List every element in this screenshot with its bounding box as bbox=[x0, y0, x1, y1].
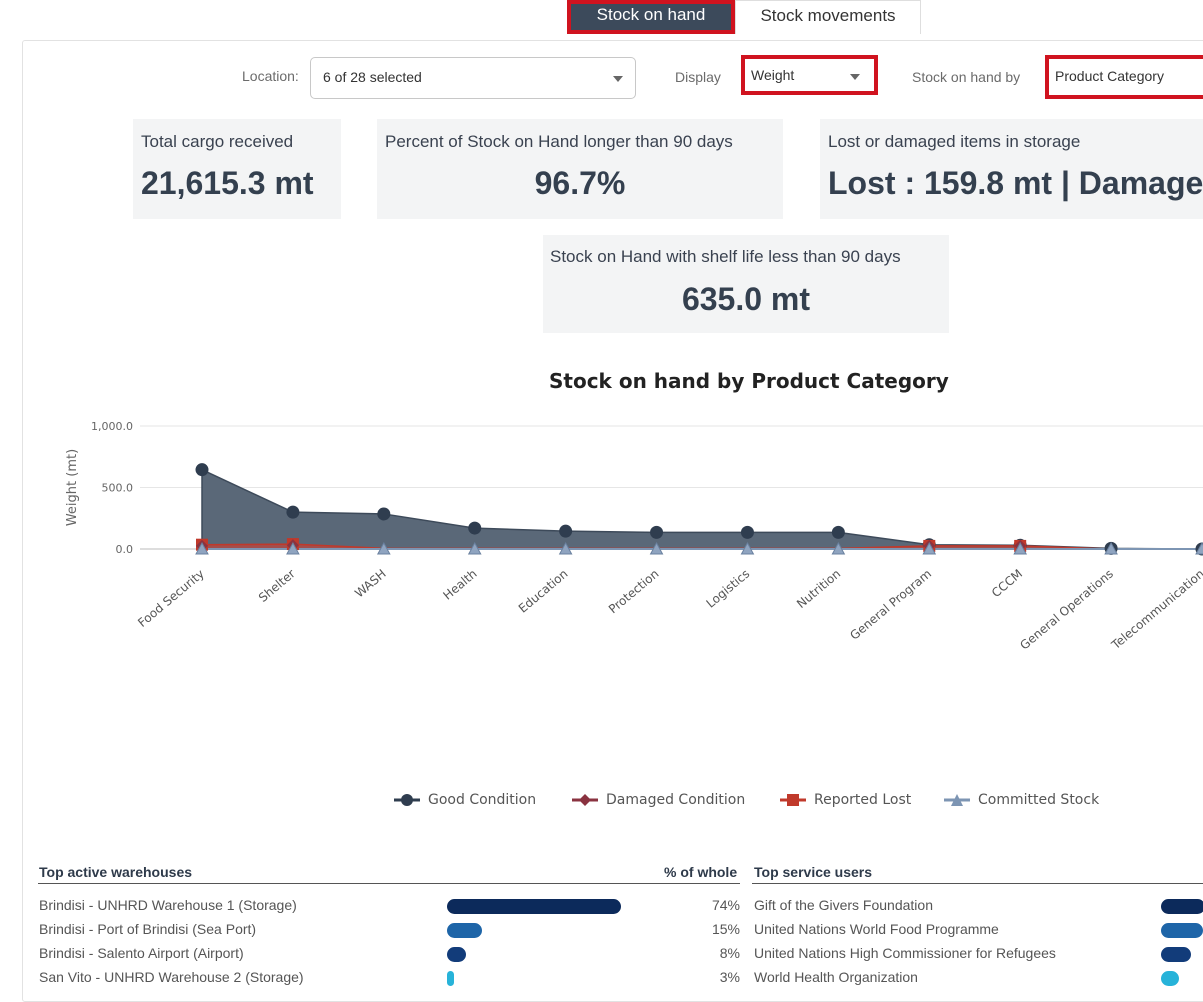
stock-by-select[interactable]: Product Category bbox=[1045, 55, 1203, 99]
legend-reported-lost[interactable]: Reported Lost bbox=[780, 792, 911, 808]
kpi-total-cargo: Total cargo received 21,615.3 mt bbox=[133, 119, 341, 219]
kpi-percent-90-title: Percent of Stock on Hand longer than 90 … bbox=[385, 132, 733, 152]
good-condition-point bbox=[286, 506, 299, 519]
legend-label: Committed Stock bbox=[978, 792, 1099, 808]
location-select[interactable]: 6 of 28 selected bbox=[310, 57, 636, 99]
legend-good-condition[interactable]: Good Condition bbox=[394, 792, 536, 808]
triangle-marker-icon bbox=[944, 793, 970, 807]
circle-marker-icon bbox=[394, 793, 420, 807]
category-label: CCCM bbox=[989, 567, 1025, 601]
diamond-marker-icon bbox=[572, 793, 598, 807]
square-marker-icon bbox=[780, 793, 806, 807]
good-condition-area bbox=[202, 470, 1202, 549]
warehouse-pct: 74% bbox=[712, 897, 740, 913]
stock-chart: 1,000.0 500.0 0.0 Weight (mt) Food Security S… bbox=[0, 400, 1203, 700]
good-condition-point bbox=[832, 526, 845, 539]
good-condition-point bbox=[377, 507, 390, 520]
service-user-name: United Nations High Commissioner for Ref… bbox=[754, 945, 1056, 961]
warehouse-share-bar bbox=[447, 923, 482, 938]
chart-title: Stock on hand by Product Category bbox=[549, 369, 949, 393]
display-select-value: Weight bbox=[751, 67, 794, 83]
warehouse-pct: 8% bbox=[720, 945, 740, 961]
service-user-bar bbox=[1161, 947, 1191, 962]
warehouse-pct: 3% bbox=[720, 969, 740, 985]
service-users-header: Top service users bbox=[754, 864, 872, 880]
kpi-lost-damaged: Lost or damaged items in storage Lost : … bbox=[820, 119, 1203, 219]
good-condition-point bbox=[468, 522, 481, 535]
warehouses-header: Top active warehouses bbox=[39, 864, 192, 880]
category-label: Food Security bbox=[135, 567, 207, 630]
category-label: Shelter bbox=[256, 567, 298, 605]
category-label: General Operations bbox=[1017, 567, 1116, 653]
good-condition-point bbox=[559, 525, 572, 538]
legend-label: Reported Lost bbox=[814, 792, 911, 808]
category-label: Nutrition bbox=[794, 567, 843, 612]
legend-damaged-condition[interactable]: Damaged Condition bbox=[572, 792, 745, 808]
pct-header: % of whole bbox=[664, 864, 737, 880]
location-label: Location: bbox=[242, 68, 299, 84]
category-label: Health bbox=[440, 567, 479, 603]
service-users-divider bbox=[752, 883, 1203, 884]
y-tick-label: 1,000.0 bbox=[91, 420, 133, 433]
stock-by-label: Stock on hand by bbox=[912, 69, 1020, 85]
y-tick-label: 0.0 bbox=[116, 543, 134, 556]
stock-by-select-value: Product Category bbox=[1055, 68, 1164, 84]
legend-committed-stock[interactable]: Committed Stock bbox=[944, 792, 1099, 808]
warehouse-name: Brindisi - Port of Brindisi (Sea Port) bbox=[39, 921, 256, 937]
category-label: Protection bbox=[606, 567, 662, 617]
warehouse-pct: 15% bbox=[712, 921, 740, 937]
service-user-bar bbox=[1161, 971, 1179, 986]
category-label: WASH bbox=[352, 567, 389, 601]
warehouse-name: Brindisi - UNHRD Warehouse 1 (Storage) bbox=[39, 897, 297, 913]
kpi-shelf-life-value: 635.0 mt bbox=[543, 281, 949, 318]
tab-stock-movements[interactable]: Stock movements bbox=[735, 0, 921, 34]
chevron-down-icon bbox=[850, 74, 860, 80]
kpi-shelf-life-title: Stock on Hand with shelf life less than … bbox=[550, 247, 901, 267]
category-label: Logistics bbox=[704, 567, 753, 611]
warehouse-name: San Vito - UNHRD Warehouse 2 (Storage) bbox=[39, 969, 304, 985]
y-axis-label: Weight (mt) bbox=[65, 449, 80, 526]
kpi-total-cargo-title: Total cargo received bbox=[141, 132, 293, 152]
warehouses-divider bbox=[38, 883, 740, 884]
warehouse-share-bar bbox=[447, 947, 466, 962]
kpi-lost-damaged-title: Lost or damaged items in storage bbox=[828, 132, 1080, 152]
good-condition-point bbox=[650, 526, 663, 539]
category-label: General Program bbox=[847, 567, 934, 643]
tab-stock-on-hand[interactable]: Stock on hand bbox=[567, 0, 735, 34]
service-user-bar bbox=[1161, 923, 1203, 938]
legend-label: Damaged Condition bbox=[606, 792, 745, 808]
service-user-bar bbox=[1161, 899, 1203, 914]
kpi-shelf-life: Stock on Hand with shelf life less than … bbox=[543, 235, 949, 333]
display-label: Display bbox=[675, 69, 721, 85]
service-user-name: United Nations World Food Programme bbox=[754, 921, 999, 937]
kpi-total-cargo-value: 21,615.3 mt bbox=[141, 165, 314, 202]
category-label: Education bbox=[516, 567, 571, 616]
category-label: Telecommunication bbox=[1108, 567, 1203, 653]
kpi-percent-90: Percent of Stock on Hand longer than 90 … bbox=[377, 119, 783, 219]
chevron-down-icon bbox=[613, 76, 623, 82]
warehouse-share-bar bbox=[447, 899, 621, 914]
warehouse-name: Brindisi - Salento Airport (Airport) bbox=[39, 945, 244, 961]
warehouse-share-bar bbox=[447, 971, 454, 986]
kpi-percent-90-value: 96.7% bbox=[377, 165, 783, 202]
kpi-lost-damaged-value: Lost : 159.8 mt | Damage bbox=[828, 165, 1203, 202]
service-user-name: World Health Organization bbox=[754, 969, 918, 985]
good-condition-point bbox=[196, 463, 209, 476]
y-tick-label: 500.0 bbox=[102, 482, 134, 495]
service-user-name: Gift of the Givers Foundation bbox=[754, 897, 933, 913]
display-select[interactable]: Weight bbox=[741, 55, 878, 95]
good-condition-point bbox=[741, 526, 754, 539]
location-select-value: 6 of 28 selected bbox=[323, 69, 422, 85]
legend-label: Good Condition bbox=[428, 792, 536, 808]
